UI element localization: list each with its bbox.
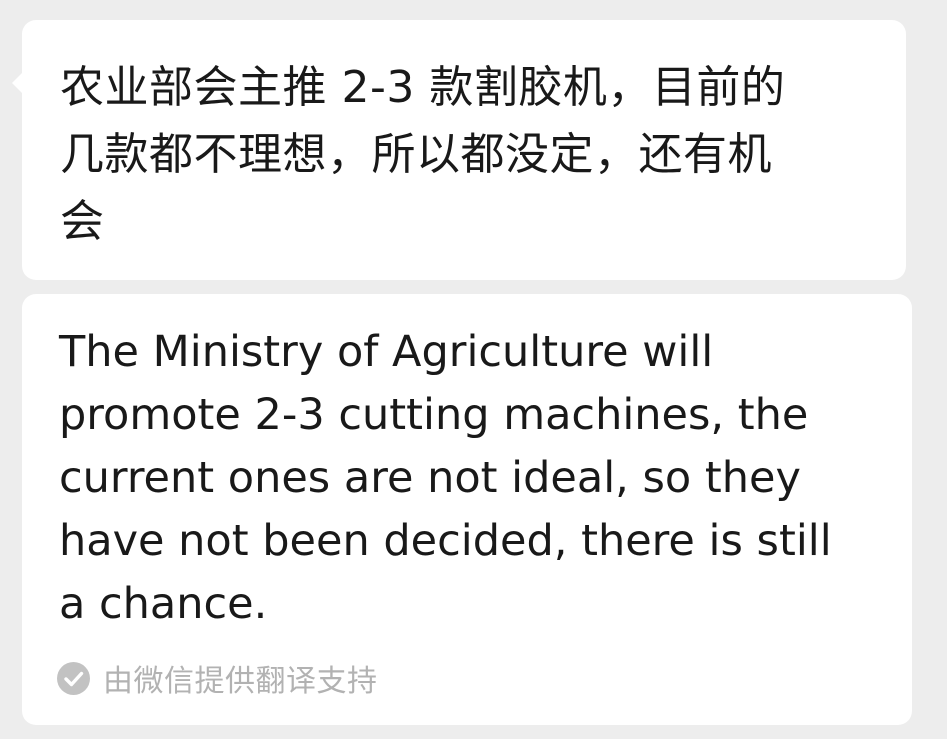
check-circle-icon <box>57 661 90 695</box>
message-bubble[interactable]: 农业部会主推 2-3 款割胶机，目前的 几款都不理想，所以都没定，还有机 会 <box>12 20 906 280</box>
message-text: 农业部会主推 2-3 款割胶机，目前的 几款都不理想，所以都没定，还有机 会 <box>60 62 786 247</box>
translation-attribution: 由微信提供翻译支持 <box>57 656 378 700</box>
translation-text: The Ministry of Agriculture will promote… <box>59 327 832 629</box>
chat-translation-view: { "message": { "original_text": "农业部会主推 … <box>0 0 947 739</box>
bubble-tail <box>12 72 23 94</box>
attribution-label: 由微信提供翻译支持 <box>103 664 378 699</box>
translation-bubble[interactable]: The Ministry of Agriculture will promote… <box>22 294 912 725</box>
